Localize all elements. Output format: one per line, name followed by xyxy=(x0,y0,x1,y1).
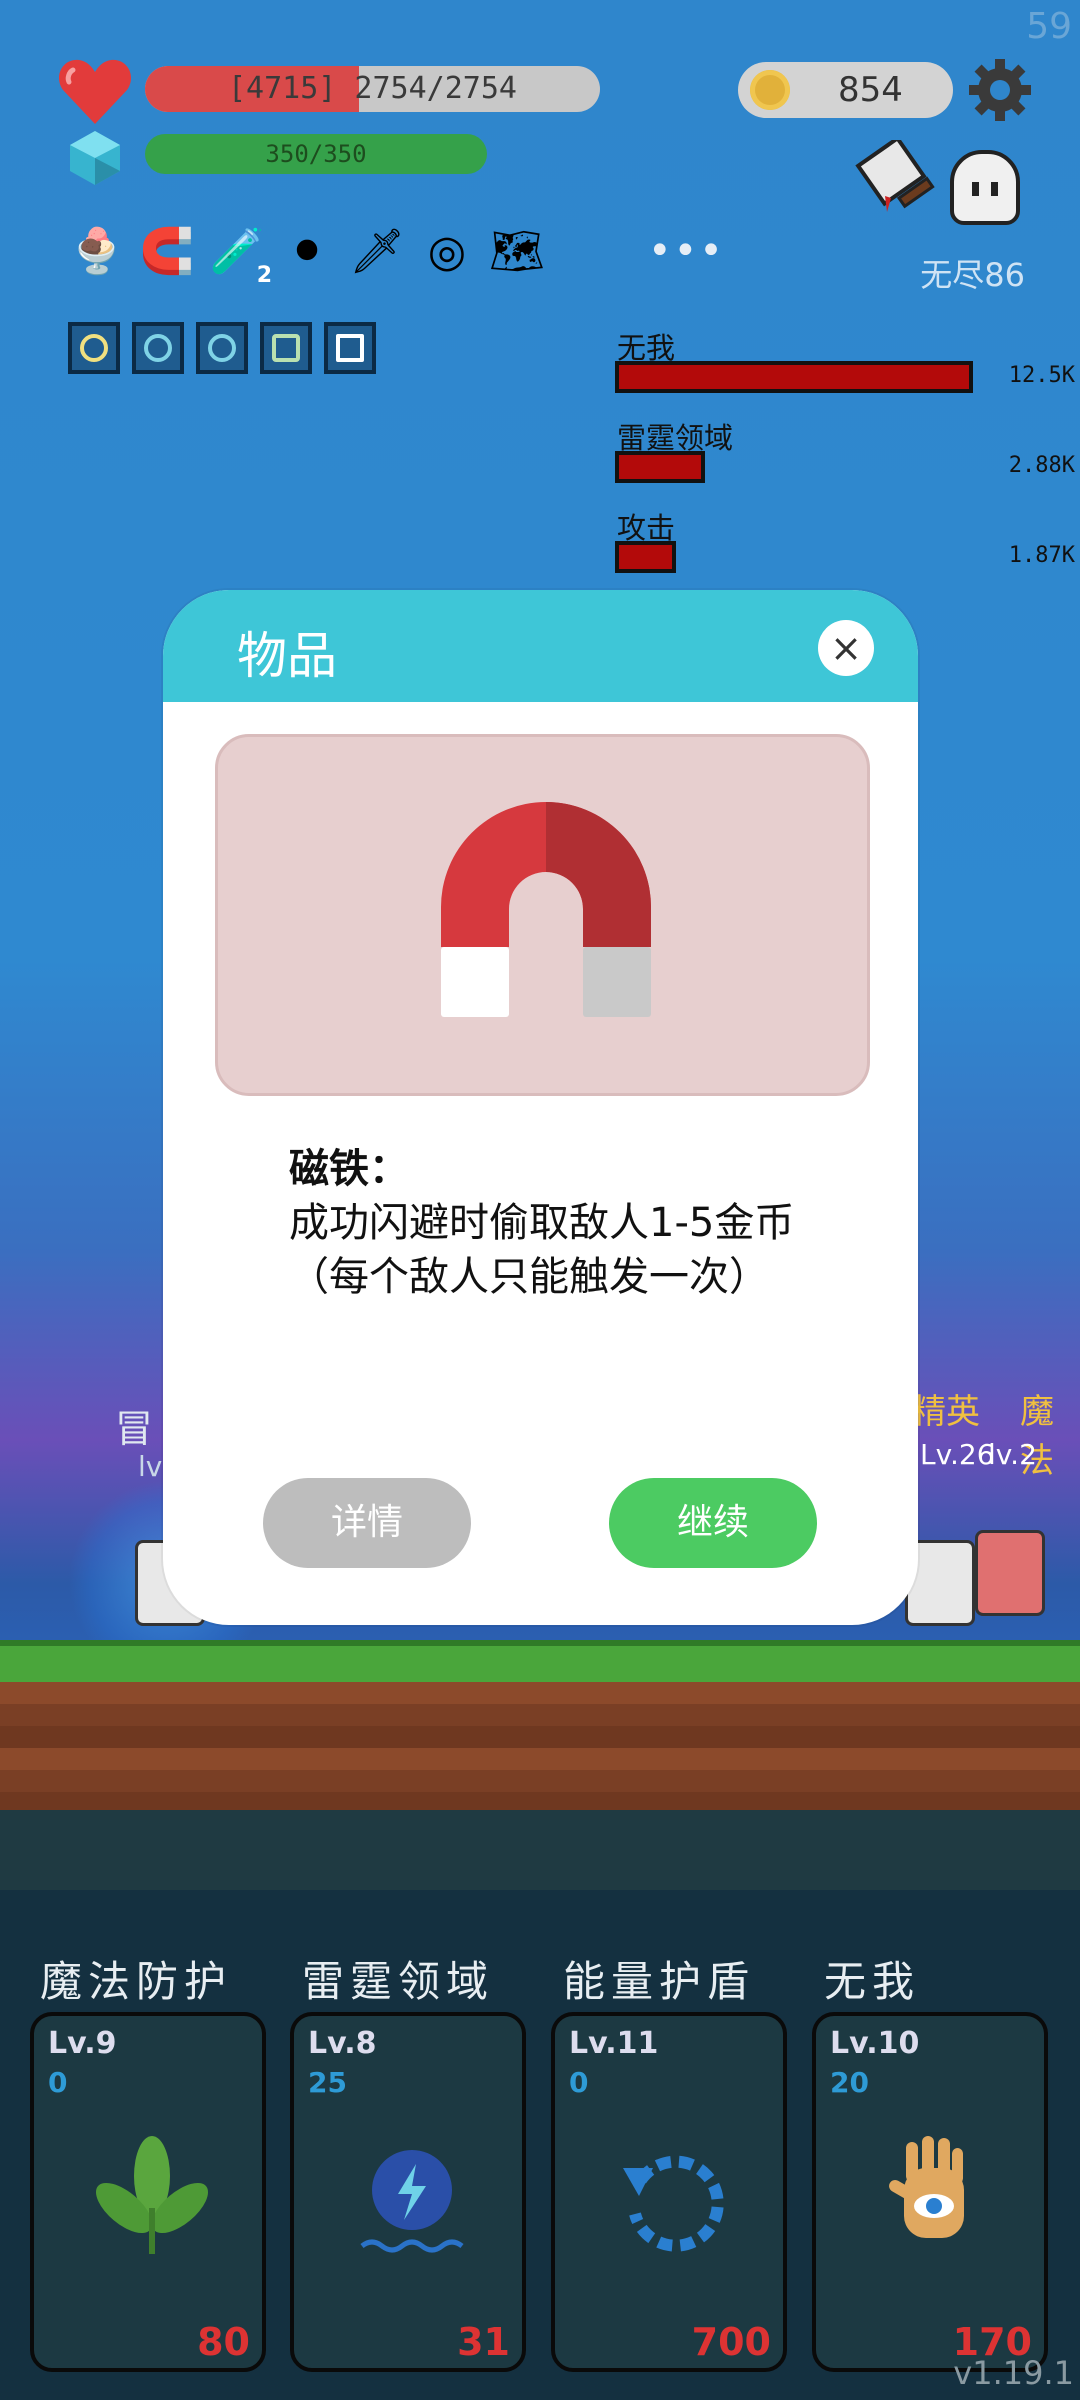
mana-gem-icon xyxy=(70,131,120,185)
ghost-pet-icon[interactable] xyxy=(950,150,1020,225)
ground-grass xyxy=(0,1640,1080,1682)
coin-icon xyxy=(750,70,790,110)
damage-stats-panel: 无我 12.5K 雷霆领域 2.88K 攻击 1.87K xyxy=(615,325,1075,595)
buff-icon xyxy=(132,322,184,374)
item-dialog: 物品 × 磁铁： 成功闪避时偷取敌人1-5金币（每个敌人只能触发一次） 详情 继… xyxy=(163,590,918,1625)
hp-text: [4715] 2754/2754 xyxy=(228,71,517,106)
target-rune-icon-glyph: ◎ xyxy=(427,225,467,277)
item-description-block: 磁铁： 成功闪避时偷取敌人1-5金币（每个敌人只能触发一次） xyxy=(289,1142,809,1304)
leaf-icon xyxy=(82,2128,222,2268)
enemy-name-left: 冒 xyxy=(115,1407,154,1451)
enemy-level-right: lv.2 xyxy=(988,1438,1037,1471)
damage-bar xyxy=(615,451,705,483)
skill-level: Lv.11 xyxy=(569,2026,659,2061)
buff-icon xyxy=(324,322,376,374)
buff-icon xyxy=(68,322,120,374)
enemy-level-left: lv xyxy=(138,1450,163,1483)
sword-icon-glyph: 🗡 xyxy=(349,226,405,277)
damage-stat-row: 无我 12.5K xyxy=(615,325,1075,415)
version-label: v1.19.1 xyxy=(953,2354,1074,2392)
target-rune-icon[interactable]: ◎ xyxy=(418,222,476,280)
skill-count: 80 xyxy=(197,2320,250,2364)
item-description: 成功闪避时偷取敌人1-5金币（每个敌人只能触发一次） xyxy=(289,1200,795,1300)
ground-underlayer xyxy=(0,1810,1080,1890)
skill-count: 31 xyxy=(457,2320,510,2364)
skill-card[interactable]: Lv.9 0 80 xyxy=(30,2012,266,2372)
item-name: 磁铁： xyxy=(289,1146,409,1192)
buff-icon xyxy=(196,322,248,374)
dialog-title: 物品 xyxy=(237,627,337,685)
skill-count: 700 xyxy=(691,2320,771,2364)
stage-label: 无尽86 xyxy=(920,256,1025,294)
skill-name: 魔法防护 xyxy=(40,1957,233,2006)
enemy-sprite xyxy=(975,1530,1045,1616)
skill-level: Lv.8 xyxy=(308,2026,377,2061)
potion-icon[interactable]: 🧪 2 xyxy=(208,222,272,288)
more-icon[interactable]: ••• xyxy=(648,228,725,274)
damage-stat-row: 攻击 1.87K xyxy=(615,505,1075,595)
continue-button[interactable]: 继续 xyxy=(609,1478,817,1568)
buff-icon xyxy=(260,322,312,374)
mp-bar: 350/350 xyxy=(145,134,487,174)
item-inventory: 🍨 🧲 🧪 2 ⚫ 🗡 ◎ 🗺 xyxy=(68,222,546,289)
buff-list xyxy=(68,322,376,374)
skill-name: 无我 xyxy=(824,1957,921,2006)
cauldron-icon[interactable]: ⚫ xyxy=(278,222,336,280)
cauldron-icon-glyph: ⚫ xyxy=(288,225,326,277)
coin-amount: 854 xyxy=(838,70,903,110)
damage-value: 2.88K xyxy=(1008,453,1075,478)
magnet-icon-glyph: 🧲 xyxy=(139,226,195,277)
skill-cost: 0 xyxy=(48,2066,68,2099)
item-count-badge: 2 xyxy=(256,263,272,288)
skill-level: Lv.9 xyxy=(48,2026,117,2061)
coin-counter: 854 xyxy=(738,62,953,118)
skill-level: Lv.10 xyxy=(830,2026,920,2061)
treasure-map-icon-glyph: 🗺 xyxy=(489,226,545,277)
skill-cost: 0 xyxy=(569,2066,589,2099)
skill-name: 雷霆领域 xyxy=(302,1957,495,2006)
cleaver-icon[interactable] xyxy=(855,140,945,230)
damage-value: 1.87K xyxy=(1008,543,1075,568)
enemy-level: Lv.26 xyxy=(920,1438,995,1471)
enemy-title-elite: 精英 xyxy=(912,1392,980,1432)
sword-icon[interactable]: 🗡 xyxy=(348,222,406,280)
mp-text: 350/350 xyxy=(265,140,367,168)
close-button[interactable]: × xyxy=(818,620,874,676)
item-preview-frame xyxy=(215,734,870,1096)
ice-cream-icon-glyph: 🍨 xyxy=(69,226,125,277)
dialog-header: 物品 × xyxy=(163,590,918,702)
ground-dirt xyxy=(0,1682,1080,1810)
treasure-map-icon[interactable]: 🗺 xyxy=(488,222,546,280)
skill-card[interactable]: Lv.11 0 700 xyxy=(551,2012,787,2372)
hp-bar: [4715] 2754/2754 xyxy=(145,66,600,112)
gear-icon[interactable] xyxy=(965,55,1035,125)
skill-cost: 25 xyxy=(308,2066,347,2099)
skill-cost: 20 xyxy=(830,2066,869,2099)
magnet-icon xyxy=(441,802,651,1017)
details-button[interactable]: 详情 xyxy=(263,1478,471,1568)
skill-card[interactable]: Lv.10 20 170 xyxy=(812,2012,1048,2372)
damage-value: 12.5K xyxy=(1008,363,1075,388)
ice-cream-icon[interactable]: 🍨 xyxy=(68,222,126,280)
eye-hand-icon xyxy=(864,2128,1004,2268)
rotate-arrow-icon xyxy=(603,2128,743,2268)
skill-card[interactable]: Lv.8 25 31 xyxy=(290,2012,526,2372)
damage-bar xyxy=(615,541,676,573)
damage-stat-row: 雷霆领域 2.88K xyxy=(615,415,1075,505)
magnet-icon[interactable]: 🧲 xyxy=(138,222,196,280)
heart-icon xyxy=(58,59,132,124)
fps-counter: 59 xyxy=(1026,6,1072,47)
lightning-gear-icon xyxy=(342,2128,482,2268)
damage-bar xyxy=(615,361,973,393)
skill-name: 能量护盾 xyxy=(563,1957,756,2006)
